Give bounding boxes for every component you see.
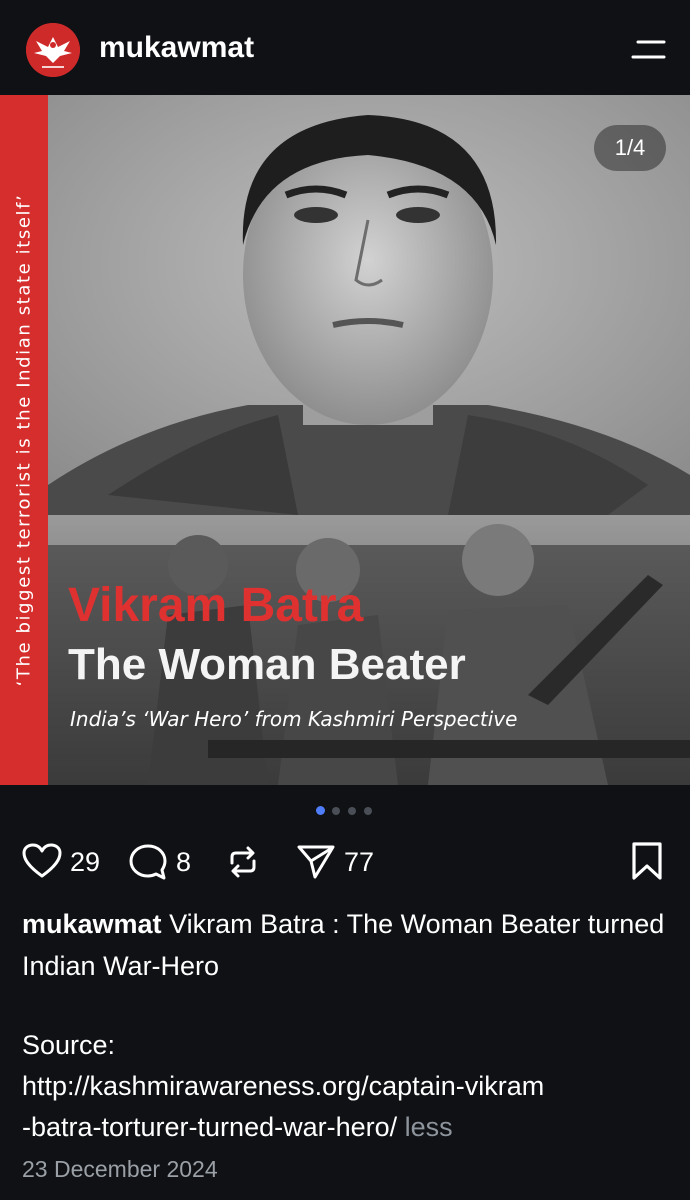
avatar[interactable] [26,23,80,77]
image-title-tagline: The Woman Beater [68,640,466,689]
heart-icon [22,843,62,878]
winged-emblem-icon [26,23,80,77]
post-header: mukawmat [0,0,690,95]
share-button[interactable]: 77 [296,835,386,885]
bookmark-icon [632,842,662,880]
comment-count: 8 [176,847,192,877]
carousel-dot [364,807,372,815]
repost-button[interactable] [224,835,264,885]
slide-counter-badge: 1/4 [594,125,666,171]
carousel-dot-active [316,806,325,815]
like-button[interactable]: 29 [22,835,110,885]
caption-source: Source: http://kashmirawareness.org/capt… [22,1025,682,1148]
send-icon [297,845,335,879]
carousel-dot [332,807,340,815]
bookmark-button[interactable] [630,835,666,885]
carousel-dot [348,807,356,815]
repost-icon [230,846,256,878]
post-date: 23 December 2024 [22,1156,218,1182]
source-label: Source: [22,1030,116,1060]
image-subtitle: India’s ‘War Hero’ from Kashmiri Perspec… [70,707,518,731]
side-quote-text: ‘The biggest terrorist is the Indian sta… [13,193,35,687]
portrait-photo [48,95,690,515]
menu-button[interactable] [630,35,668,65]
post-caption: mukawmat Vikram Batra : The Woman Beater… [22,903,672,987]
post-media-carousel[interactable]: ‘The biggest terrorist is the Indian sta… [0,95,690,785]
like-count: 29 [70,847,101,877]
source-url-line1[interactable]: http://kashmirawareness.org/captain-vikr… [22,1066,682,1107]
account-name[interactable]: mukawmat [99,31,254,65]
comment-icon [129,844,167,880]
post-actions: 29 8 77 [0,835,690,890]
hamburger-menu-icon [631,40,666,59]
caption-username[interactable]: mukawmat [22,909,162,939]
share-count: 77 [344,847,375,877]
side-quote-strip: ‘The biggest terrorist is the Indian sta… [0,95,48,785]
less-link[interactable]: less [405,1112,453,1142]
image-title-name: Vikram Batra [68,579,364,632]
source-url-line2[interactable]: -batra-torturer-turned-war-hero/ [22,1112,397,1142]
comment-button[interactable]: 8 [128,835,198,885]
